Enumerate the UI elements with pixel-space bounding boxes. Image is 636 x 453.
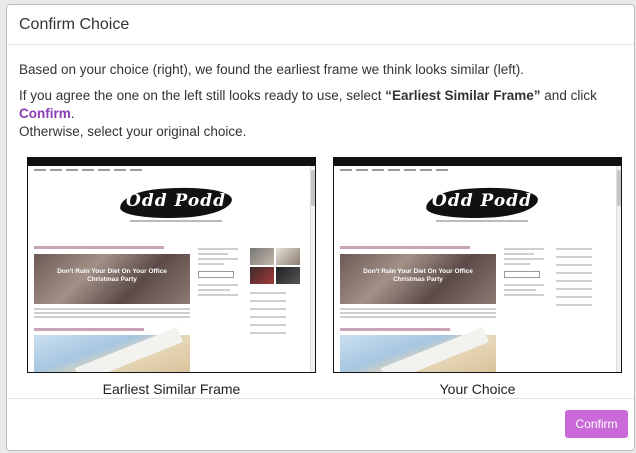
site-logo: Odd Podd <box>425 182 539 228</box>
modal-title: Confirm Choice <box>19 16 130 33</box>
post-excerpt <box>340 308 496 320</box>
sidebar-column <box>504 248 544 299</box>
instruction-text: If you agree the one on the left still l… <box>19 87 622 141</box>
post-hero-image: Don't Ruin Your Diet On Your Office Chri… <box>340 254 496 304</box>
instruction-pre: If you agree the one on the left still l… <box>19 88 386 103</box>
sidebar-column <box>198 248 238 299</box>
logo-tagline <box>436 220 528 222</box>
post-excerpt <box>34 308 190 320</box>
earliest-similar-frame-option[interactable]: Odd Podd Don't Ruin Your Diet On Your Of… <box>27 157 316 397</box>
modal-header: Confirm Choice <box>7 5 634 45</box>
frame-thumbnail[interactable]: Odd Podd Don't Ruin Your Diet On Your Of… <box>333 157 622 373</box>
post-title <box>340 246 470 249</box>
instruction-post: . <box>70 106 75 121</box>
post2-hero-image <box>34 326 190 372</box>
frame-caption[interactable]: Earliest Similar Frame <box>27 381 316 397</box>
frame-thumbnail[interactable]: Odd Podd Don't Ruin Your Diet On Your Of… <box>27 157 316 373</box>
thumbnail-nav <box>340 169 448 172</box>
intro-text: Based on your choice (right), we found t… <box>19 62 524 77</box>
thumbnail-scrollbar <box>616 166 621 372</box>
thumbnail-browser-bar <box>28 158 315 166</box>
frame-comparison: Odd Podd Don't Ruin Your Diet On Your Of… <box>19 157 622 405</box>
thumbnail-browser-bar <box>334 158 621 166</box>
frame-caption[interactable]: Your Choice <box>333 381 622 397</box>
logo-text: Odd Podd <box>126 191 226 211</box>
thumbnail-nav <box>34 169 142 172</box>
site-logo: Odd Podd <box>119 182 233 228</box>
modal-footer: Confirm <box>7 398 634 450</box>
confirm-button[interactable]: Confirm <box>565 410 628 438</box>
logo-tagline <box>130 220 222 222</box>
instruction-mid: and click <box>540 88 597 103</box>
confirm-choice-modal: Confirm Choice Based on your choice (rig… <box>6 4 635 451</box>
sidebar-gallery <box>250 248 302 340</box>
post-hero-image: Don't Ruin Your Diet On Your Office Chri… <box>34 254 190 304</box>
post2-title <box>34 328 144 331</box>
logo-text: Odd Podd <box>432 191 532 211</box>
modal-body: Based on your choice (right), we found t… <box>7 61 634 405</box>
post-title <box>34 246 164 249</box>
sidebar-list <box>556 248 608 312</box>
confirm-link[interactable]: Confirm <box>19 106 71 121</box>
thumbnail-scrollbar <box>310 166 315 372</box>
hero-text: Don't Ruin Your Diet On Your Office Chri… <box>363 268 473 283</box>
instruction-line2: Otherwise, select your original choice. <box>19 124 247 139</box>
instruction-choice: “Earliest Similar Frame” <box>385 88 541 103</box>
post2-hero-image <box>340 326 496 372</box>
your-choice-option[interactable]: Odd Podd Don't Ruin Your Diet On Your Of… <box>333 157 622 397</box>
hero-text: Don't Ruin Your Diet On Your Office Chri… <box>57 268 167 283</box>
post2-title <box>340 328 450 331</box>
